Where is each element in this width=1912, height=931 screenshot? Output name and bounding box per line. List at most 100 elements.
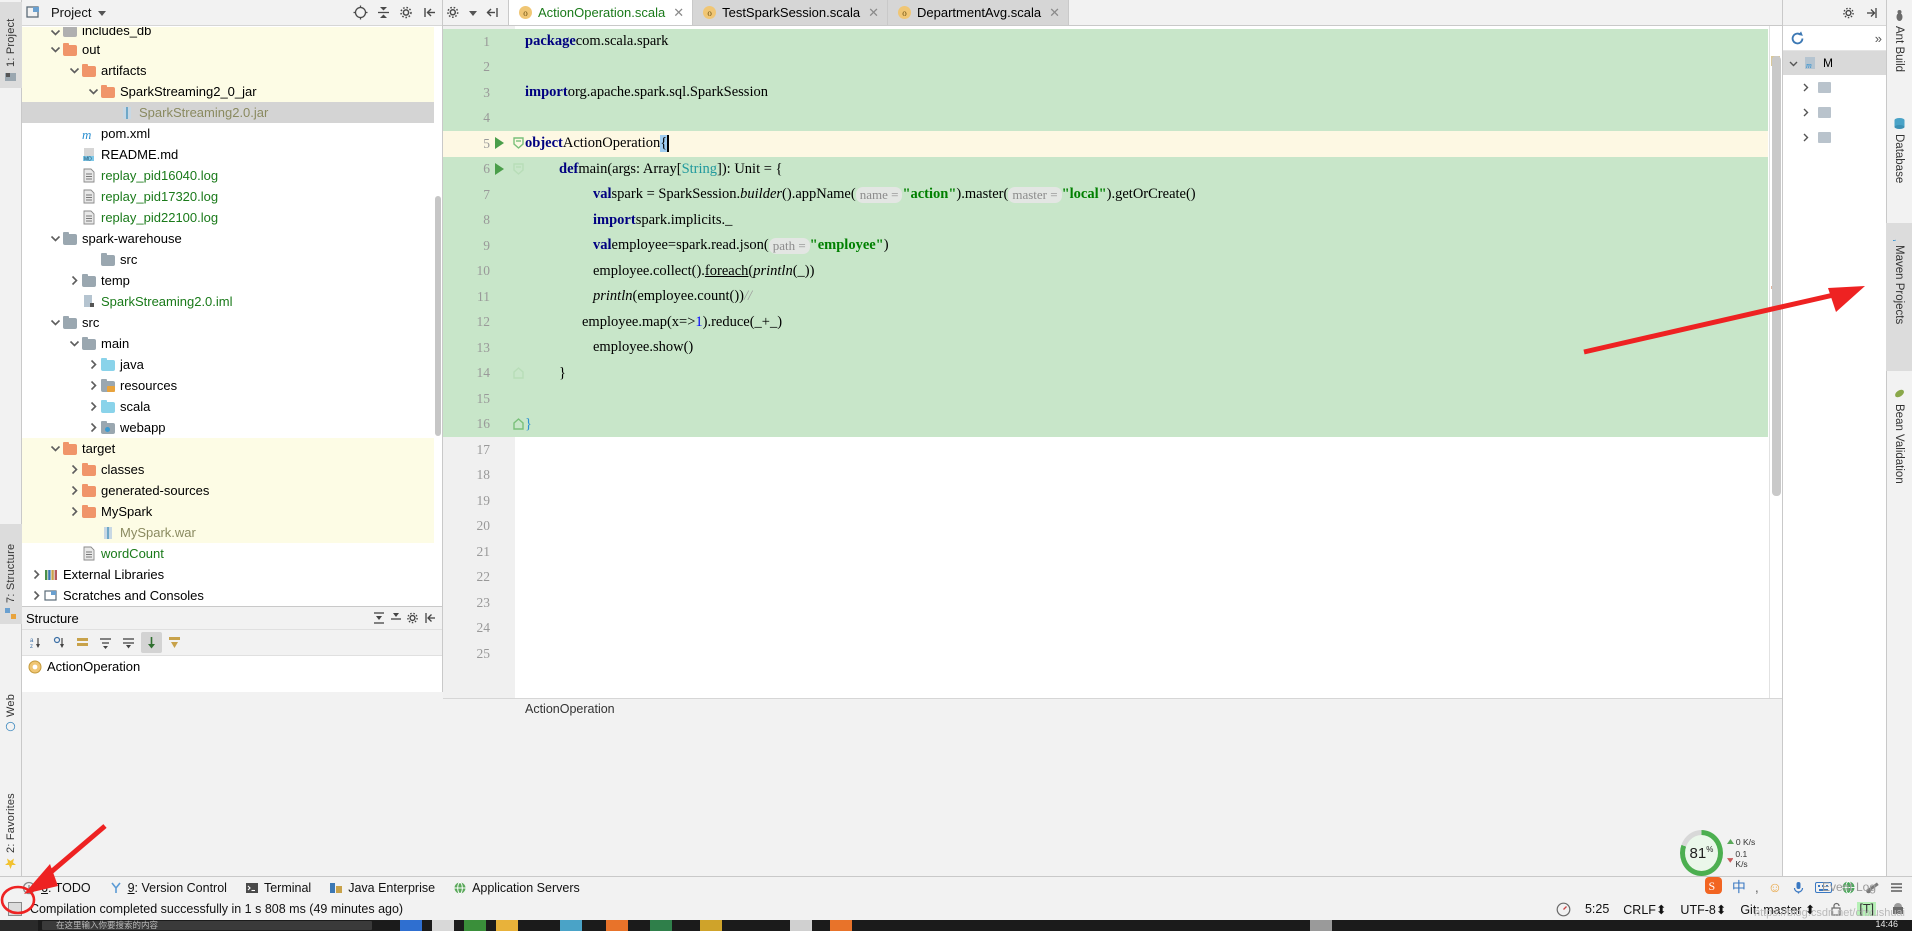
show-properties-icon[interactable] xyxy=(118,632,139,653)
editor-line[interactable]: 21 xyxy=(443,539,1768,565)
chevron-down-icon[interactable] xyxy=(49,232,62,245)
tree-row[interactable]: target xyxy=(22,438,434,459)
tree-row[interactable]: SparkStreaming2.0.iml xyxy=(22,291,434,312)
show-fields-icon[interactable] xyxy=(95,632,116,653)
hide-panel-icon[interactable] xyxy=(1863,4,1880,21)
bottom-tab-todo[interactable]: 6: TODO xyxy=(22,881,91,895)
collapse-all-icon[interactable] xyxy=(387,610,404,627)
close-icon[interactable]: ✕ xyxy=(1049,5,1060,21)
comma-icon[interactable]: , xyxy=(1755,879,1759,895)
group-methods-icon[interactable] xyxy=(72,632,93,653)
gear-icon[interactable] xyxy=(1840,4,1857,21)
locate-file-icon[interactable] xyxy=(352,4,369,21)
tree-row[interactable]: out xyxy=(22,39,434,60)
chevron-down-icon[interactable] xyxy=(469,9,477,17)
sidebar-item-database[interactable]: Database xyxy=(1886,112,1912,204)
bottom-tab-application-servers[interactable]: Application Servers xyxy=(453,881,580,895)
editor-line[interactable]: 14 xyxy=(443,360,1768,386)
tree-row[interactable]: replay_pid17320.log xyxy=(22,186,434,207)
tree-row[interactable]: External Libraries xyxy=(22,564,434,585)
chevron-down-icon[interactable] xyxy=(68,337,81,350)
sort-by-visibility-icon[interactable] xyxy=(49,632,70,653)
mic-icon[interactable] xyxy=(1791,880,1806,895)
maven-row[interactable] xyxy=(1783,125,1886,150)
maven-row[interactable] xyxy=(1783,75,1886,100)
chevron-right-icon[interactable] xyxy=(68,505,81,518)
code-editor[interactable]: 1 2 3 4 5 6 7 8 9 10 11 12 13 14 15 16 17 18 19 20 21 22 23 24 2… xyxy=(443,26,1782,698)
line-separator[interactable]: CRLF⬍ xyxy=(1623,902,1666,917)
autoscroll-to-source-icon[interactable] xyxy=(164,632,185,653)
editor-line[interactable]: 25 xyxy=(443,641,1768,667)
chevron-right-icon[interactable] xyxy=(30,589,43,602)
hide-editor-panel-icon[interactable] xyxy=(484,4,501,21)
gear-icon[interactable] xyxy=(445,4,462,21)
tree-row[interactable]: SparkStreaming2.0.jar xyxy=(22,102,434,123)
taskbar-search-hint[interactable]: 在这里输入你要搜索的内容 xyxy=(56,919,158,931)
close-icon[interactable]: ✕ xyxy=(868,5,879,21)
editor-line[interactable]: 15 xyxy=(443,386,1768,412)
tree-row[interactable]: temp xyxy=(22,270,434,291)
tree-row[interactable]: main xyxy=(22,333,434,354)
chevron-down-icon[interactable] xyxy=(87,85,100,98)
chevron-down-icon[interactable] xyxy=(49,442,62,455)
tree-row[interactable]: generated-sources xyxy=(22,480,434,501)
chevron-right-icon[interactable] xyxy=(68,484,81,497)
collapse-all-icon[interactable] xyxy=(375,4,392,21)
chevron-right-icon[interactable] xyxy=(87,400,100,413)
tree-row[interactable]: MySpark.war xyxy=(22,522,434,543)
project-tree-scrollbar[interactable] xyxy=(434,26,442,606)
tree-row[interactable]: src xyxy=(22,312,434,333)
tree-row[interactable]: java xyxy=(22,354,434,375)
editor-line[interactable]: 19 xyxy=(443,488,1768,514)
sidebar-item-bean-validation[interactable]: Bean Validation xyxy=(1886,382,1912,494)
sidebar-item-favorites[interactable]: 2: Favorites xyxy=(0,770,22,874)
tree-row[interactable]: Scratches and Consoles xyxy=(22,585,434,606)
chevron-down-icon[interactable] xyxy=(68,64,81,77)
hide-panel-icon[interactable] xyxy=(421,610,438,627)
chevron-right-icon[interactable] xyxy=(68,463,81,476)
run-gutter-icon[interactable] xyxy=(495,137,504,149)
tree-row[interactable]: scala xyxy=(22,396,434,417)
sidebar-item-project[interactable]: 1: Project xyxy=(0,2,22,88)
chevron-right-icon[interactable] xyxy=(1801,108,1810,117)
tab-testsparksession-scala[interactable]: o TestSparkSession.scala ✕ xyxy=(693,0,889,25)
editor-line[interactable]: 23 xyxy=(443,590,1768,616)
structure-item-actionoperation[interactable]: ActionOperation xyxy=(22,656,442,677)
tab-actionoperation-scala[interactable]: o ActionOperation.scala ✕ xyxy=(509,0,694,25)
chevron-right-icon[interactable] xyxy=(87,358,100,371)
gear-icon[interactable] xyxy=(398,4,415,21)
gear-icon[interactable] xyxy=(404,610,421,627)
run-gutter-icon[interactable] xyxy=(495,162,504,175)
caret-position[interactable]: 5:25 xyxy=(1585,902,1609,916)
sogou-icon[interactable]: S xyxy=(1704,876,1723,898)
more-icon[interactable]: » xyxy=(1875,31,1882,46)
editor-line[interactable]: 4 xyxy=(443,105,1768,131)
status-toggle-icon[interactable] xyxy=(8,902,22,916)
encoding[interactable]: UTF-8⬍ xyxy=(1680,902,1726,917)
bottom-tab-terminal[interactable]: Terminal xyxy=(245,881,311,895)
chevron-down-icon[interactable] xyxy=(1789,59,1798,68)
tree-row[interactable]: spark-warehouse xyxy=(22,228,434,249)
chevron-down-icon[interactable] xyxy=(97,8,107,18)
tree-row[interactable]: webapp xyxy=(22,417,434,438)
sort-alphabetically-icon[interactable]: az xyxy=(26,632,47,653)
autoscroll-from-source-icon[interactable] xyxy=(141,632,162,653)
sidebar-item-structure[interactable]: 7: Structure xyxy=(0,524,22,624)
performance-widget[interactable]: 81% 0 K/s 0.1 K/s xyxy=(1680,830,1760,876)
tree-row[interactable]: src xyxy=(22,249,434,270)
tree-row[interactable]: m pom.xml xyxy=(22,123,434,144)
menu-icon[interactable] xyxy=(1889,880,1904,895)
editor-line[interactable]: 2 xyxy=(443,54,1768,80)
fold-marker-icon[interactable] xyxy=(513,162,524,175)
chevron-down-icon[interactable] xyxy=(49,43,62,56)
chevron-right-icon[interactable] xyxy=(68,274,81,287)
tree-row[interactable]: MD README.md xyxy=(22,144,434,165)
chevron-right-icon[interactable] xyxy=(1801,133,1810,142)
chevron-down-icon[interactable] xyxy=(49,27,62,39)
expand-all-icon[interactable] xyxy=(370,610,387,627)
bottom-tab-java-enterprise[interactable]: Java Enterprise xyxy=(329,881,435,895)
breadcrumb[interactable]: ActionOperation xyxy=(443,698,1782,719)
inspection-gauge-icon[interactable] xyxy=(1556,902,1571,917)
close-icon[interactable]: ✕ xyxy=(673,5,684,21)
editor-line[interactable]: 17 xyxy=(443,437,1768,463)
